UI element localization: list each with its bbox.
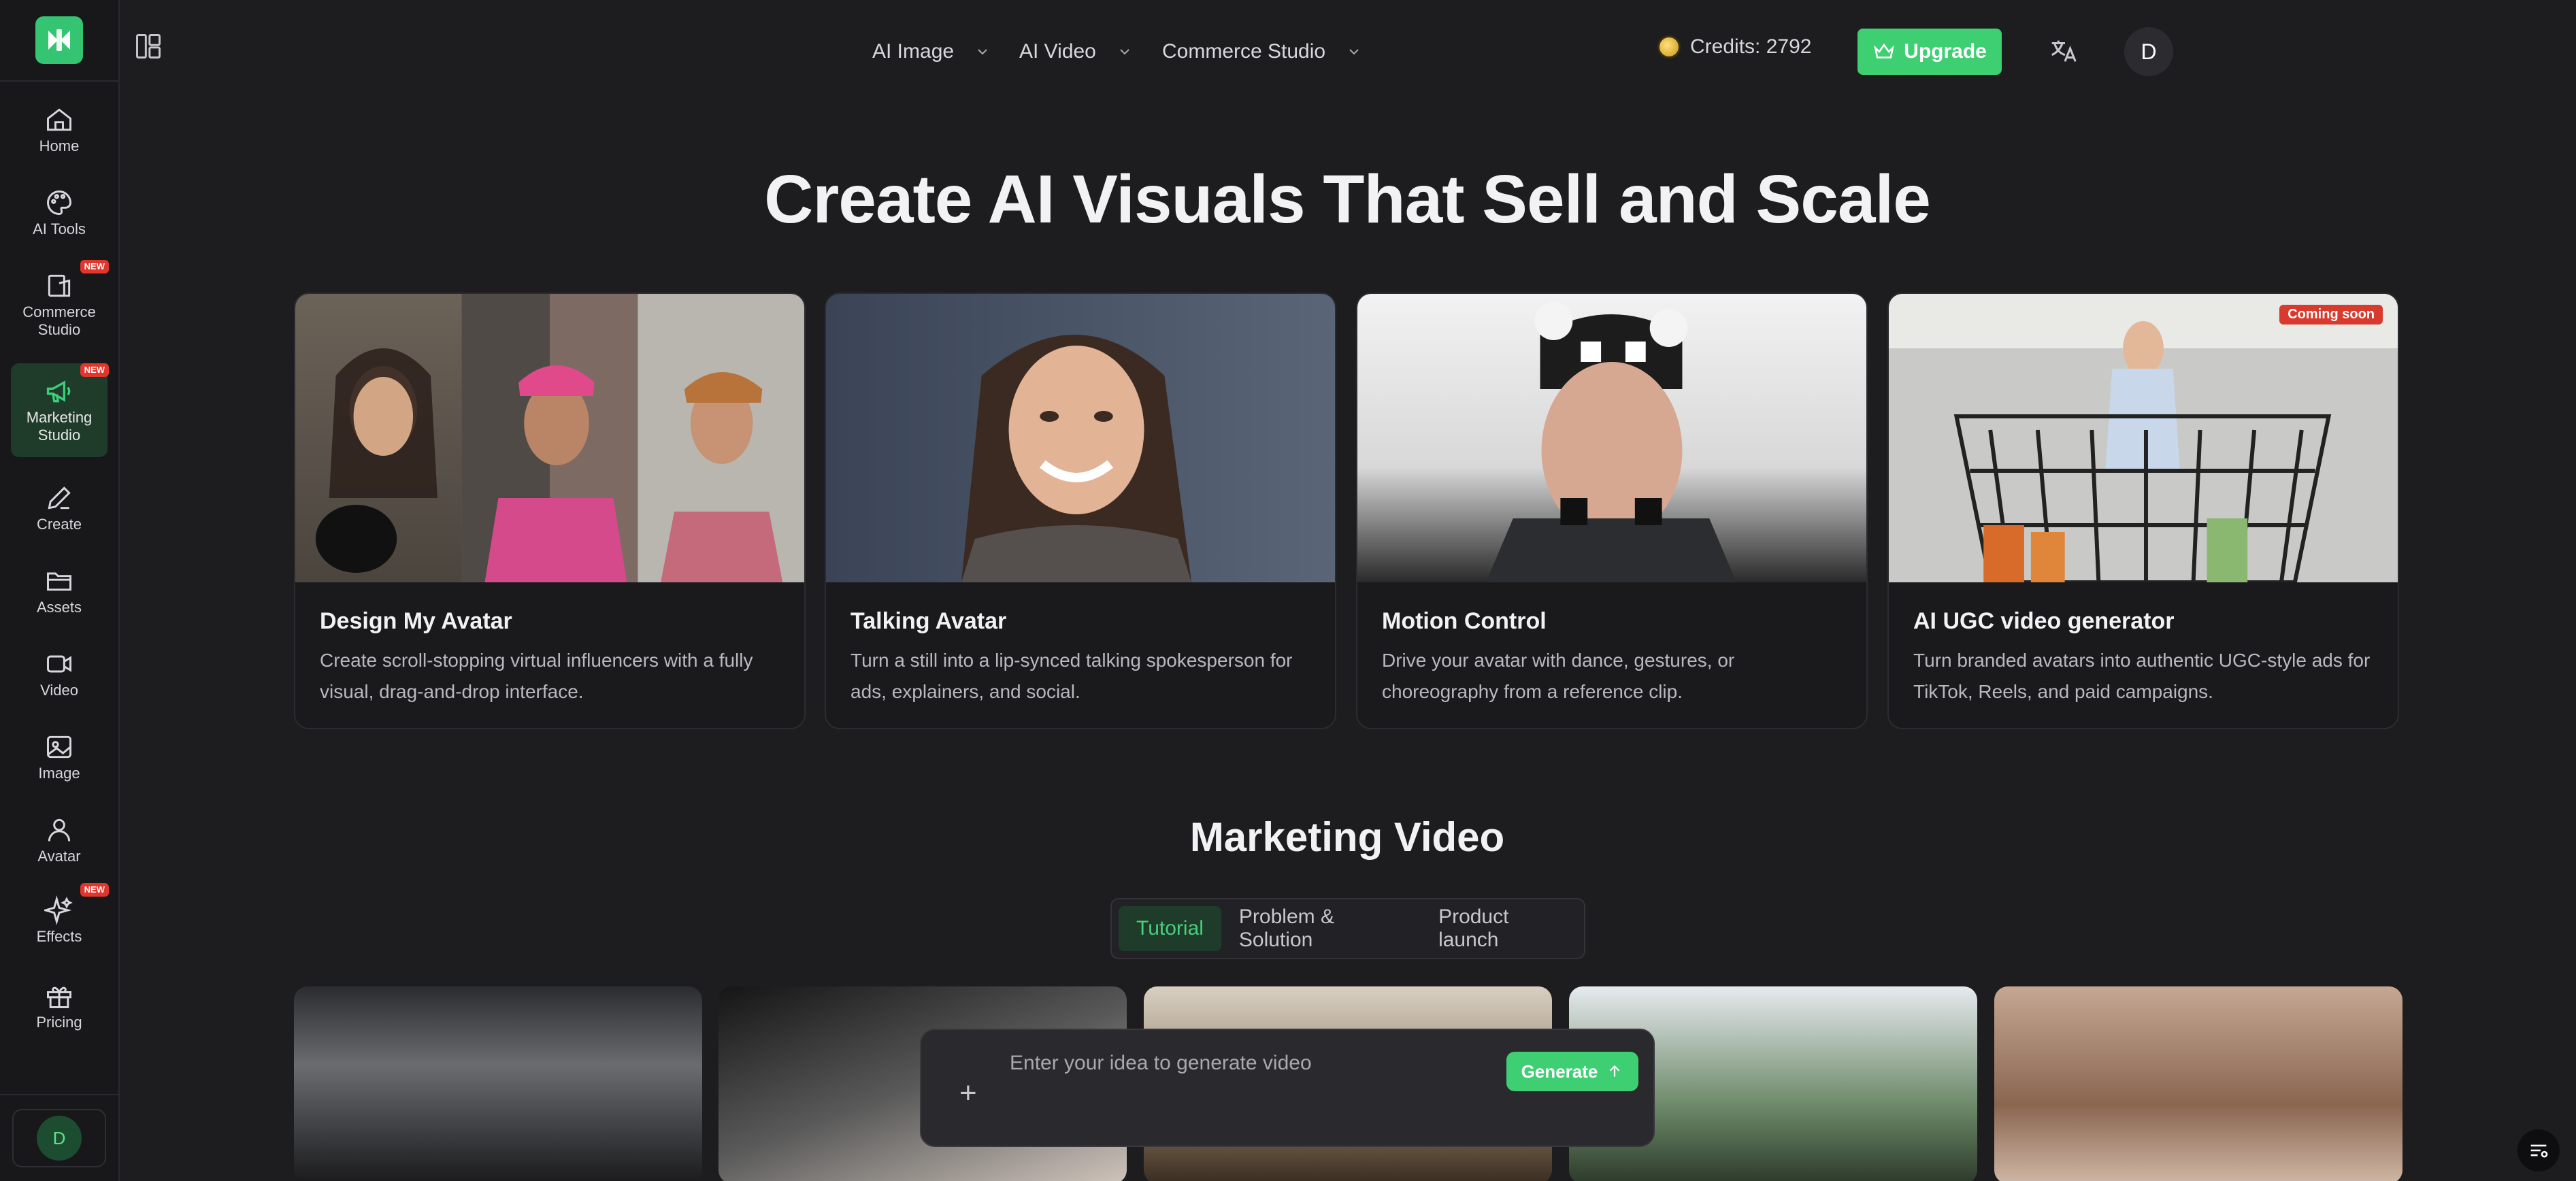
home-icon — [47, 108, 71, 131]
tab-product-launch[interactable]: Product launch — [1421, 905, 1584, 951]
card-description: Create scroll-stopping virtual influence… — [320, 650, 753, 702]
video-thumbnail[interactable] — [1994, 986, 2402, 1181]
avatar[interactable]: D — [2124, 27, 2173, 76]
video-icon — [47, 655, 71, 673]
list-icon — [2530, 1144, 2548, 1158]
user-menu[interactable]: D — [12, 1109, 106, 1167]
card-title: AI UGC video generator — [1913, 608, 2175, 634]
card-description: Turn a still into a lip-synced talking s… — [851, 650, 1293, 702]
sidebar-item-label: Commerce Studio — [22, 303, 96, 338]
card-description: Drive your avatar with dance, gestures, … — [1382, 650, 1735, 702]
new-badge: NEW — [80, 260, 109, 273]
sidebar-item-assets[interactable]: Assets — [11, 556, 108, 626]
sidebar-item-label: Video — [40, 682, 78, 699]
card-title: Design My Avatar — [320, 608, 512, 634]
new-badge: NEW — [80, 363, 109, 377]
sidebar-item-commerce-studio[interactable]: NEW Commerce Studio — [11, 260, 109, 350]
sidebar-item-create[interactable]: Create — [11, 473, 108, 543]
marketing-tabs: Tutorial Problem & Solution Product laun… — [1110, 898, 1585, 959]
card-title: Motion Control — [1382, 608, 1547, 634]
megaphone-icon — [46, 380, 71, 403]
menu-ai-video[interactable]: AI Video — [1019, 35, 1133, 68]
coin-icon — [1657, 35, 1681, 59]
upgrade-label: Upgrade — [1904, 40, 1987, 63]
sidebar-item-effects[interactable]: NEW Effects — [11, 883, 109, 958]
sidebar-item-image[interactable]: Image — [11, 722, 108, 792]
sidebar-item-label: Marketing Studio — [26, 409, 93, 444]
sidebar-item-home[interactable]: Home — [11, 95, 108, 165]
feature-card-ugc-generator[interactable]: Coming soon AI UGC video generator Turn … — [1887, 293, 2399, 729]
credits-display[interactable]: Credits: 2792 — [1657, 35, 1811, 59]
feature-card-motion-control[interactable]: Motion Control Drive your avatar with da… — [1356, 293, 1868, 729]
logo-icon — [48, 29, 70, 51]
arrow-up-icon — [1610, 1065, 1620, 1077]
generate-button[interactable]: Generate — [1506, 1052, 1638, 1091]
crown-icon — [1874, 43, 1894, 59]
card-description: Turn branded avatars into authentic UGC-… — [1913, 650, 2371, 702]
tab-problem-solution[interactable]: Problem & Solution — [1221, 905, 1421, 951]
add-attachment-button[interactable]: + — [959, 1078, 977, 1108]
section-title: Marketing Video — [1189, 814, 1505, 860]
chevron-down-icon — [978, 49, 987, 55]
card-image — [1357, 294, 1866, 582]
upgrade-button[interactable]: Upgrade — [1857, 29, 2002, 75]
prompt-input[interactable]: Enter your idea to generate video — [1010, 1052, 1312, 1075]
prompt-bar: + Enter your idea to generate video Gene… — [920, 1029, 1655, 1147]
video-thumbnail[interactable] — [294, 986, 702, 1181]
menu-fab-button[interactable] — [2517, 1129, 2560, 1171]
pen-icon — [48, 486, 71, 510]
divider — [0, 80, 120, 82]
sidebar-item-marketing-studio[interactable]: NEW Marketing Studio — [11, 363, 109, 457]
menu-ai-image[interactable]: AI Image — [872, 35, 991, 68]
sidebar-item-pricing[interactable]: Pricing — [11, 971, 108, 1041]
feature-card-talking-avatar[interactable]: Talking Avatar Turn a still into a lip-s… — [825, 293, 1336, 729]
image-icon — [47, 735, 71, 759]
credits-label: Credits: 2792 — [1690, 35, 1812, 58]
sidebar-item-video[interactable]: Video — [11, 639, 108, 709]
sidebar-item-label: Create — [36, 516, 82, 533]
chevron-down-icon — [1349, 49, 1359, 55]
sidebar-item-label: Pricing — [36, 1014, 82, 1031]
chevron-down-icon — [1120, 49, 1129, 55]
page-title: Create AI Visuals That Sell and Scale — [764, 161, 1931, 237]
new-badge: NEW — [80, 883, 109, 897]
menu-label: AI Image — [872, 40, 955, 63]
avatar: D — [37, 1116, 82, 1161]
sidebar-toggle-icon[interactable] — [133, 31, 163, 61]
folder-icon — [47, 572, 71, 591]
menu-label: Commerce Studio — [1162, 40, 1326, 63]
generate-label: Generate — [1521, 1061, 1598, 1082]
tab-tutorial[interactable]: Tutorial — [1119, 906, 1221, 951]
sidebar-item-label: Image — [38, 765, 80, 782]
menu-label: AI Video — [1019, 40, 1096, 63]
menu-commerce-studio[interactable]: Commerce Studio — [1162, 35, 1362, 68]
app-logo[interactable] — [35, 16, 83, 64]
sidebar-item-label: Assets — [36, 599, 82, 616]
coming-soon-badge: Coming soon — [2279, 305, 2383, 325]
sparkle-icon — [44, 895, 73, 925]
translate-icon[interactable] — [2048, 35, 2079, 67]
card-image — [1889, 294, 2398, 582]
commerce-icon — [48, 274, 71, 297]
card-image — [295, 294, 804, 582]
gift-icon — [47, 986, 71, 1008]
divider — [0, 1094, 120, 1095]
sidebar-item-label: Home — [39, 137, 80, 154]
card-title: Talking Avatar — [851, 608, 1007, 634]
feature-card-design-avatar[interactable]: Design My Avatar Create scroll-stopping … — [294, 293, 806, 729]
sidebar-item-label: Effects — [36, 928, 82, 945]
card-image — [826, 294, 1335, 582]
